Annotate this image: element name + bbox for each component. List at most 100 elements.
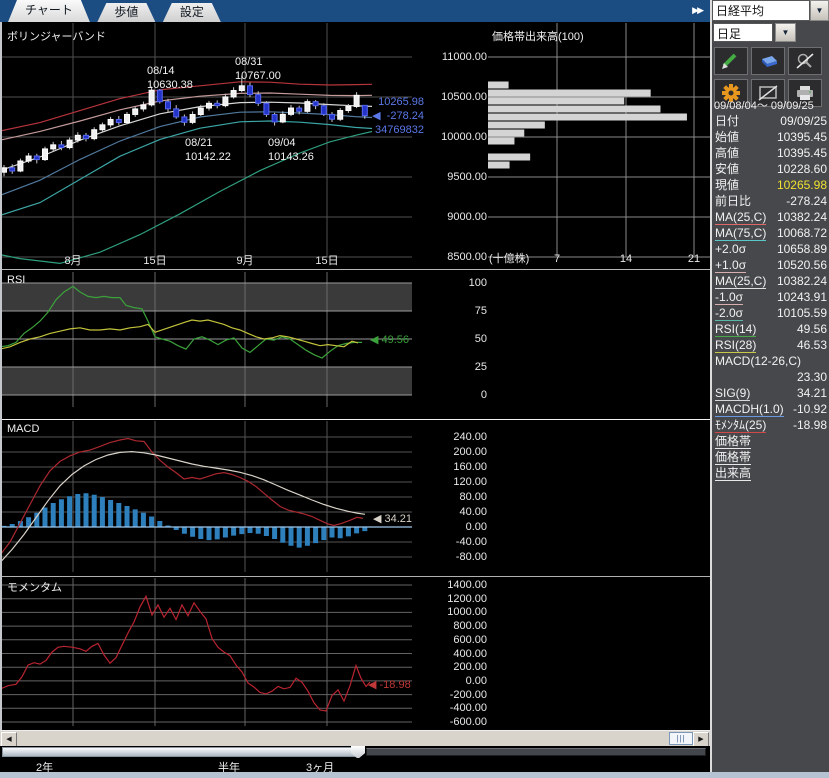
axis-tick-label: 1200.00 <box>404 593 487 605</box>
indicator-row: 日付09/09/25 <box>715 114 827 130</box>
axis-tick-label: -80.00 <box>404 551 487 563</box>
indicator-label[interactable]: MA(25,C) <box>715 210 766 225</box>
indicator-label: +2.0σ <box>715 242 746 256</box>
panel-title-volume-by-price: 価格帯出来高(100) <box>492 28 584 44</box>
volume-profile-grid <box>488 23 710 257</box>
axis-tick-label: 11000.00 <box>404 51 487 63</box>
symbol-field[interactable]: 日経平均 <box>712 0 810 21</box>
scroll-right-button[interactable]: ▶ <box>693 732 709 747</box>
indicator-label[interactable]: +1.0σ <box>715 258 746 273</box>
draw-pencil-button[interactable] <box>714 47 748 75</box>
scroll-grip[interactable]: ||| <box>669 732 693 745</box>
indicator-row: MA(25,C) 10382.24 <box>715 274 827 290</box>
indicator-label[interactable]: SIG(9) <box>715 386 750 401</box>
axis-tick-label: 100 <box>404 277 487 289</box>
indicator-label[interactable]: RSI(28) <box>715 338 756 353</box>
tab-settings[interactable]: 設定 <box>163 3 221 22</box>
indicator-row: +1.0σ10520.56 <box>715 258 827 274</box>
indicator-label[interactable]: 価格帯 <box>715 450 751 465</box>
indicator-row: 価格帯 <box>715 434 827 450</box>
axis-tick-label: 1400.00 <box>404 579 487 591</box>
axis-tick-label: 75 <box>404 305 487 317</box>
axis-tick-label: 200.00 <box>404 446 487 458</box>
indicator-label[interactable]: MA(25,C) <box>715 274 766 289</box>
chevron-down-icon[interactable]: ▼ <box>775 23 796 42</box>
indicator-value: 10068.72 <box>777 226 827 240</box>
indicator-value: 10658.89 <box>777 242 827 256</box>
chevron-down-icon[interactable]: ▼ <box>810 0 829 21</box>
indicator-row: 安値10228.60 <box>715 162 827 178</box>
axis-tick-label: 15日 <box>133 255 177 267</box>
indicator-row: -2.0σ 10105.59 <box>715 306 827 322</box>
indicator-label[interactable]: RSI(14) <box>715 322 756 337</box>
range-labels-row: 2年 半年 3ヶ月 <box>0 758 710 772</box>
indicator-value: 23.30 <box>797 370 827 384</box>
indicator-label[interactable]: ﾓﾒﾝﾀﾑ(25) <box>715 418 766 433</box>
indicator-label: MACD(12-26,C) <box>715 354 801 368</box>
indicator-value: -10.92 <box>793 402 827 416</box>
bottom-status-strip <box>0 772 829 778</box>
symbol-combobox[interactable]: 日経平均 ▼ <box>712 0 829 21</box>
eraser-button[interactable] <box>751 47 785 75</box>
axis-tick-label: 7 <box>542 253 572 265</box>
indicator-label: 現値 <box>715 178 739 192</box>
panel-separator <box>0 269 710 270</box>
tab-overflow-icon[interactable]: ▶▶ <box>692 5 702 16</box>
period-combobox[interactable]: 日足 ▼ <box>713 23 796 42</box>
indicator-row: ﾓﾒﾝﾀﾑ(25) -18.98 <box>715 418 827 434</box>
indicator-label[interactable]: MA(75,C) <box>715 226 766 241</box>
indicator-row: RSI(14)49.56 <box>715 322 827 338</box>
horizontal-scrollbar[interactable]: ◀ ||| ▶ <box>0 730 710 746</box>
time-range-slider[interactable] <box>0 746 710 758</box>
indicator-row: SIG(9)34.21 <box>715 386 827 402</box>
axis-tick-label: 15日 <box>305 255 349 267</box>
axis-tick-label: 0 <box>404 389 487 401</box>
indicator-row: MA(25,C)10382.24 <box>715 210 827 226</box>
indicator-value: 10382.24 <box>777 274 827 288</box>
slider-empty-track[interactable] <box>366 748 706 756</box>
indicator-label[interactable]: -2.0σ <box>715 306 743 321</box>
period-field[interactable]: 日足 <box>713 23 773 42</box>
tab-price-ticks[interactable]: 歩値 <box>97 3 155 22</box>
indicator-value: 10105.59 <box>777 306 827 320</box>
axis-tick-label: 9月 <box>223 255 267 267</box>
axis-tick-label: 21 <box>679 253 709 265</box>
panel-separator <box>0 576 710 577</box>
axis-tick-label: 800.00 <box>404 620 487 632</box>
current-value-label: 10265.98 <box>358 96 424 108</box>
indicator-row: 23.30 <box>715 370 827 386</box>
macd-lines <box>0 439 365 563</box>
pencil-icon <box>720 52 742 70</box>
indicator-label: 日付 <box>715 114 739 128</box>
tab-chart[interactable]: チャート <box>8 0 90 22</box>
panel-title-bollinger: ボリンジャーバンド <box>7 28 106 44</box>
charts-canvas <box>0 0 710 772</box>
indicator-label[interactable]: -1.0σ <box>715 290 743 305</box>
indicator-label[interactable]: MACDH(1.0) <box>715 402 784 417</box>
axis-tick-label: 8500.00 <box>404 251 487 263</box>
indicator-row: 価格帯 <box>715 450 827 466</box>
axis-tick-label: -200.00 <box>404 689 487 701</box>
indicator-row: 現値10265.98 <box>715 178 827 194</box>
indicator-row: -1.0σ10243.91 <box>715 290 827 306</box>
indicator-row: 出来高 <box>715 466 827 482</box>
indicator-value: -18.98 <box>793 418 827 432</box>
chart-application-window: チャート 歩値 設定 ▶▶ 11000.0010500.0010000.0095… <box>0 0 829 778</box>
current-value-label: 34769832 <box>358 124 424 136</box>
chart-annotation: 08/21 10142.22 <box>185 136 231 164</box>
indicator-value-table: 日付09/09/25始値10395.45高値10395.45安値10228.60… <box>715 114 827 482</box>
axis-tick-label: 400.00 <box>404 648 487 660</box>
scroll-left-button[interactable]: ◀ <box>1 732 17 747</box>
slider-filled-track[interactable] <box>2 747 356 757</box>
volume-profile-bars <box>488 82 687 169</box>
indicator-label[interactable]: 価格帯 <box>715 434 751 449</box>
indicator-value: -278.24 <box>786 194 827 208</box>
zoom-disabled-button[interactable] <box>788 47 822 75</box>
indicator-row: RSI(28)46.53 <box>715 338 827 354</box>
axis-tick-label: -600.00 <box>404 716 487 728</box>
window-left-edge <box>0 22 2 772</box>
axis-tick-label: 25 <box>404 361 487 373</box>
indicator-label[interactable]: 出来高 <box>715 466 751 481</box>
axis-tick-label: 200.00 <box>404 661 487 673</box>
panel-title-macd: MACD <box>7 423 39 435</box>
